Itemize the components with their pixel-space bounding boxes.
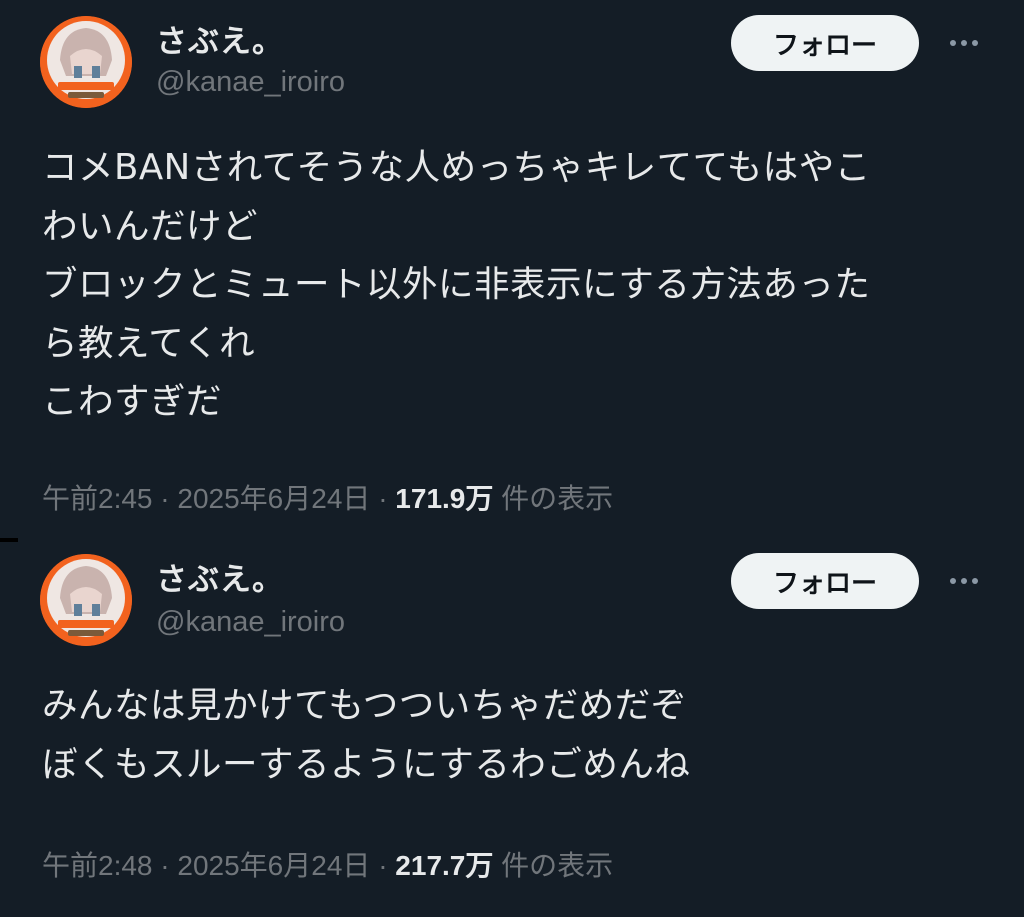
avatar[interactable] [40, 554, 132, 646]
tweet-text: みんなは見かけてもつついちゃだめだぞ ぼくもスルーするようにするわごめんね [42, 685, 691, 785]
tweet-date[interactable]: 2025年6月24日 [177, 850, 370, 881]
tweet-text: コメBANされてそうな人めっちゃキレててもはやこ わいんだけど ブロックとミュー… [42, 147, 871, 422]
tweet-meta: 午前2:45 · 2025年6月24日 · 171.9万 件の表示 [42, 477, 613, 517]
more-horizontal-icon [961, 578, 967, 584]
tweet[interactable]: さぶえ。 @kanae_iroiro フォロー コメBANされてそうな人めっちゃ… [0, 0, 1024, 540]
view-count-label: 件の表示 [501, 850, 614, 881]
display-name[interactable]: さぶえ。 [156, 16, 284, 61]
tweet-meta: 午前2:48 · 2025年6月24日 · 217.7万 件の表示 [42, 844, 613, 884]
avatar[interactable] [40, 16, 132, 108]
more-horizontal-icon [972, 40, 978, 46]
follow-button[interactable]: フォロー [731, 15, 919, 71]
more-options-button[interactable] [944, 28, 984, 58]
meta-separator: · [378, 483, 388, 514]
more-horizontal-icon [972, 578, 978, 584]
view-count[interactable]: 171.9万 [395, 483, 493, 514]
more-horizontal-icon [950, 40, 956, 46]
more-horizontal-icon [961, 40, 967, 46]
tweet-date[interactable]: 2025年6月24日 [177, 483, 370, 514]
meta-separator: · [160, 850, 170, 881]
meta-separator: · [378, 850, 388, 881]
more-options-button[interactable] [944, 566, 984, 596]
tweet[interactable]: さぶえ。 @kanae_iroiro フォロー みんなは見かけてもつついちゃだめ… [0, 540, 1024, 917]
display-name[interactable]: さぶえ。 [156, 554, 284, 599]
view-count[interactable]: 217.7万 [395, 850, 493, 881]
tweet-feed: さぶえ。 @kanae_iroiro フォロー コメBANされてそうな人めっちゃ… [0, 0, 1024, 917]
user-handle[interactable]: @kanae_iroiro [156, 606, 345, 639]
user-handle[interactable]: @kanae_iroiro [156, 66, 345, 99]
tweet-time[interactable]: 午前2:48 [42, 850, 153, 881]
meta-separator: · [160, 483, 170, 514]
tweet-time[interactable]: 午前2:45 [42, 483, 153, 514]
more-horizontal-icon [950, 578, 956, 584]
follow-button[interactable]: フォロー [731, 553, 919, 609]
view-count-label: 件の表示 [501, 483, 614, 514]
